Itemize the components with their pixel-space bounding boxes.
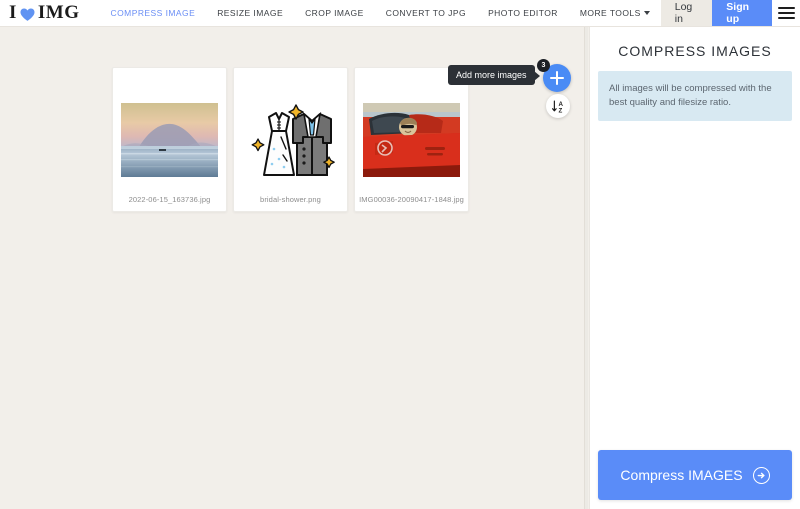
nav-resize-image[interactable]: RESIZE IMAGE <box>206 8 294 18</box>
nav-convert-to-jpg[interactable]: CONVERT TO JPG <box>375 8 477 18</box>
file-thumbnail <box>363 103 460 177</box>
file-card[interactable]: IMG00036-20090417-1848.jpg <box>354 67 469 212</box>
nav-photo-editor[interactable]: PHOTO EDITOR <box>477 8 569 18</box>
file-thumbnail <box>121 103 218 177</box>
compress-images-button[interactable]: Compress IMAGES <box>598 450 792 500</box>
logo-text-pre: I <box>9 2 17 24</box>
file-name: IMG00036-20090417-1848.jpg <box>355 195 468 204</box>
tool-options-panel: COMPRESS IMAGES All images will be compr… <box>589 27 800 509</box>
file-count-badge: 3 <box>537 59 550 72</box>
chevron-down-icon <box>644 11 650 15</box>
file-name: bridal-shower.png <box>234 195 347 204</box>
nav-more-tools-label: MORE TOOLS <box>580 8 641 18</box>
main-navigation: COMPRESS IMAGE RESIZE IMAGE CROP IMAGE C… <box>100 0 661 26</box>
file-thumbnail <box>242 103 339 177</box>
file-card[interactable]: bridal-shower.png <box>233 67 348 212</box>
signup-button[interactable]: Sign up <box>712 0 772 26</box>
nav-more-tools[interactable]: MORE TOOLS <box>569 8 661 18</box>
heart-icon <box>19 6 36 23</box>
header-actions: Log in Sign up <box>661 0 800 26</box>
image-workspace: 2022-06-15_163736.jpg <box>0 27 584 509</box>
add-more-images-control: 3 <box>543 64 571 92</box>
sort-az-button[interactable]: A Z <box>546 94 570 118</box>
panel-info-box: All images will be compressed with the b… <box>598 71 792 121</box>
nav-crop-image[interactable]: CROP IMAGE <box>294 8 375 18</box>
file-card[interactable]: 2022-06-15_163736.jpg <box>112 67 227 212</box>
nav-compress-image[interactable]: COMPRESS IMAGE <box>100 8 207 18</box>
site-logo[interactable]: I IMG <box>0 0 80 26</box>
compress-images-label: Compress IMAGES <box>620 467 742 483</box>
logo-text-post: IMG <box>38 2 80 24</box>
workspace-scrollbar[interactable] <box>584 27 588 509</box>
arrow-right-circle-icon <box>753 467 770 484</box>
sort-az-icon: A Z <box>551 99 566 114</box>
hamburger-menu-icon[interactable] <box>772 0 800 26</box>
login-button[interactable]: Log in <box>661 0 713 26</box>
add-more-images-tooltip: Add more images <box>448 65 535 85</box>
panel-title: COMPRESS IMAGES <box>590 27 800 71</box>
svg-text:Z: Z <box>558 107 562 114</box>
file-card-list: 2022-06-15_163736.jpg <box>112 67 469 212</box>
top-header: I IMG COMPRESS IMAGE RESIZE IMAGE CROP I… <box>0 0 800 27</box>
file-name: 2022-06-15_163736.jpg <box>113 195 226 204</box>
